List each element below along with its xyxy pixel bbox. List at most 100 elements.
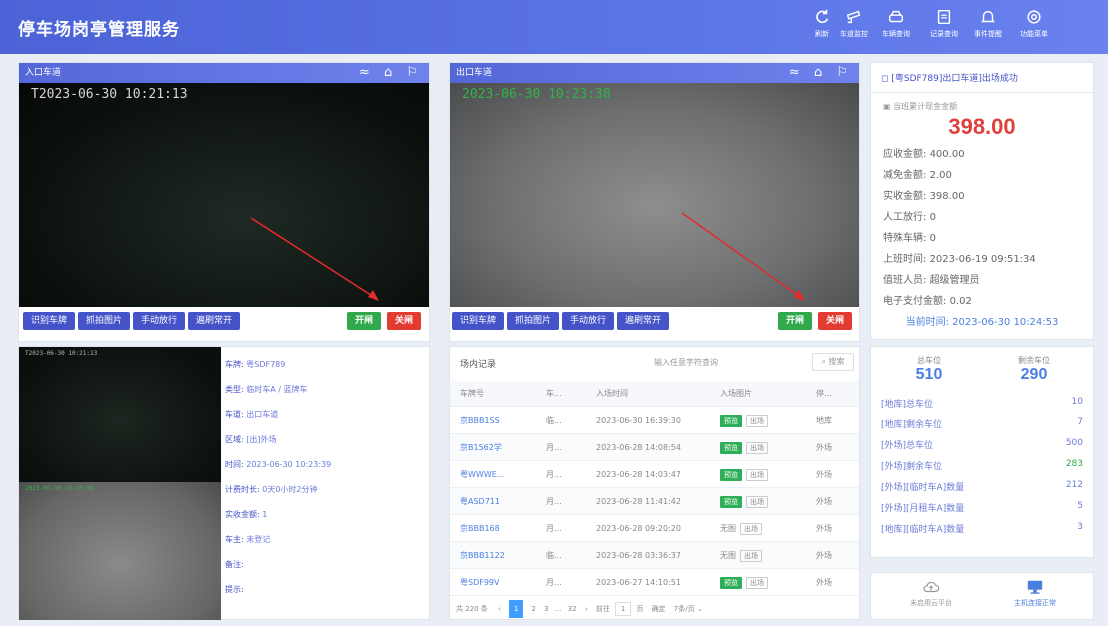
exit-tag[interactable]: 出场 <box>746 496 768 508</box>
goto-confirm-button[interactable]: 确定 <box>652 605 666 613</box>
total-spaces: 总车位 510 <box>889 355 969 384</box>
table-row[interactable]: 京BBB168 月... 2023-06-28 09:20:20 无图 出场 外场 <box>450 515 859 542</box>
page-32-button[interactable]: 32 <box>568 605 577 613</box>
record-query-button[interactable]: 记录查询 <box>922 8 966 48</box>
info-owner: 车主: 未登记 <box>225 535 271 544</box>
exit-recognize-plate-button[interactable]: 识别车牌 <box>452 312 504 330</box>
current-time: 当前时间: 2023-06-30 10:24:53 <box>905 317 1059 328</box>
col-entry-image: 入场图片 <box>720 389 752 398</box>
function-menu-button[interactable]: 功能菜单 <box>1012 8 1056 48</box>
connection-panel: 未启用云平台 主机连接正常 <box>870 572 1094 620</box>
exit-tag[interactable]: 出场 <box>746 415 768 427</box>
vehicle-info-panel: T2023-06-30 10:21:13 2023-06-30 10:23:38… <box>18 346 430 620</box>
exit-lane-header-icons[interactable]: ≈ ⌂ ⚐ <box>789 63 853 83</box>
exit-manual-release-button[interactable]: 手动放行 <box>562 312 614 330</box>
camera-icon <box>846 10 861 24</box>
entry-recognize-plate-button[interactable]: 识别车牌 <box>23 312 75 330</box>
function-menu-label: 功能菜单 <box>1020 30 1048 38</box>
exit-tag[interactable]: 出场 <box>746 469 768 481</box>
lane-monitor-label: 车道监控 <box>840 30 868 38</box>
exit-close-gate-button[interactable]: 关闸 <box>818 312 852 330</box>
exit-tag[interactable]: 出场 <box>746 577 768 589</box>
shift-cash-label-text: 当班累计现金金额 <box>893 102 958 111</box>
snapshot-top[interactable]: T2023-06-30 10:21:13 <box>19 347 221 482</box>
entry-capture-button[interactable]: 抓拍图片 <box>78 312 130 330</box>
table-row[interactable]: 粤ASD711 月... 2023-06-28 11:41:42 预览 出场 外场 <box>450 488 859 515</box>
event-alert-label: 事件提醒 <box>974 30 1002 38</box>
exit-lane-header: 出口车道 ≈ ⌂ ⚐ <box>450 63 859 83</box>
records-search-input[interactable]: 输入任意字符查询 <box>626 355 746 371</box>
refresh-icon <box>816 9 829 24</box>
info-area: 区域: [出]外场 <box>225 435 277 444</box>
total-spaces-value: 510 <box>915 366 943 383</box>
host-status[interactable]: 主机连接正常 <box>995 579 1075 608</box>
exit-controls: 识别车牌 抓拍图片 手动放行 遍刷常开 开闸 关闸 <box>450 312 859 338</box>
preview-tag[interactable]: 预览 <box>720 442 742 454</box>
preview-tag[interactable]: 预览 <box>720 469 742 481</box>
info-duration: 计费时长: 0天0小时2分钟 <box>225 485 318 494</box>
cloud-status[interactable]: 未启用云平台 <box>891 579 971 608</box>
spaces-panel: 总车位 510 剩余车位 290 [地库]总车位 10 [地库]剩余车位 7 [外场… <box>870 346 1094 558</box>
shift-start-time: 上班时间: 2023-06-19 09:51:34 <box>883 254 1036 265</box>
goto-input[interactable]: 1 <box>615 602 632 616</box>
manual-release-count: 人工放行: 0 <box>883 212 936 223</box>
page-size-select[interactable]: 7条/页 ⌄ <box>674 605 703 613</box>
preview-tag[interactable]: 预览 <box>720 577 742 589</box>
table-row[interactable]: 京BBB1SS 临... 2023-06-30 16:39:30 预览 出场 地库 <box>450 407 859 434</box>
records-table-header: 车牌号 车... 入场时间 入场图片 停... <box>450 381 859 407</box>
next-page-button[interactable]: › <box>585 605 588 613</box>
table-row[interactable]: 京BBB1122 临... 2023-06-28 03:36:37 无图 出场 外… <box>450 542 859 569</box>
event-alert-button[interactable]: 事件提醒 <box>966 8 1010 48</box>
space-row: [外场][月租车A]数量 5 <box>881 501 1083 514</box>
info-type: 类型: 临时车A / 蓝牌车 <box>225 385 308 394</box>
electronic-payment: 电子支付金额: 0.02 <box>883 296 972 307</box>
col-entry-time: 入场时间 <box>596 389 628 398</box>
special-vehicle-count: 特殊车辆: 0 <box>883 233 936 244</box>
entry-always-open-button[interactable]: 遍刷常开 <box>188 312 240 330</box>
app-title: 停车场岗亭管理服务 <box>18 20 180 40</box>
page-ellipsis[interactable]: ... <box>555 605 562 613</box>
exit-capture-button[interactable]: 抓拍图片 <box>507 312 559 330</box>
snapshot-bottom[interactable]: 2023-06-30 10:23:38 <box>19 482 221 620</box>
table-row[interactable]: 粤WWWE... 月... 2023-06-28 14:03:47 预览 出场 外… <box>450 461 859 488</box>
total-count: 共 220 条 <box>456 605 488 613</box>
exit-tag[interactable]: 出场 <box>740 550 762 562</box>
snapshot-top-time: T2023-06-30 10:21:13 <box>25 350 98 357</box>
page-1-button[interactable]: 1 <box>509 600 524 618</box>
exit-lane-panel: 出口车道 ≈ ⌂ ⚐ 2023-06-30 10:23:38 识别车牌 抓拍图片… <box>449 62 860 342</box>
table-row[interactable]: 京B1562学 月... 2023-06-28 14:08:54 预览 出场 外场 <box>450 434 859 461</box>
entry-open-gate-button[interactable]: 开闸 <box>347 312 381 330</box>
space-row: [外场][临时车A]数量 212 <box>881 480 1083 493</box>
status-message-text: [粤SDF789]出口车道]出场成功 <box>891 74 1018 84</box>
lane-monitor-button[interactable]: 车道监控 <box>832 8 876 48</box>
remaining-spaces-label: 剩余车位 <box>1018 356 1050 365</box>
gear-icon <box>1027 10 1041 24</box>
entry-close-gate-button[interactable]: 关闸 <box>387 312 421 330</box>
cloud-status-label: 未启用云平台 <box>910 599 952 607</box>
page-2-button[interactable]: 2 <box>531 605 535 613</box>
car-icon <box>888 10 904 23</box>
page-3-button[interactable]: 3 <box>544 605 548 613</box>
exit-always-open-button[interactable]: 遍刷常开 <box>617 312 669 330</box>
exit-tag[interactable]: 出场 <box>740 523 762 535</box>
prev-page-button[interactable]: ‹ <box>498 605 501 613</box>
records-search-button[interactable]: ⌕ 搜索 <box>812 353 854 371</box>
preview-tag[interactable]: 预览 <box>720 415 742 427</box>
entry-lane-header-icons[interactable]: ≈ ⌂ ⚐ <box>359 63 423 83</box>
info-plate: 车牌: 粤SDF789 <box>225 360 286 369</box>
total-spaces-label: 总车位 <box>917 356 941 365</box>
preview-tag[interactable]: 预览 <box>720 496 742 508</box>
exit-open-gate-button[interactable]: 开闸 <box>778 312 812 330</box>
entry-video[interactable]: T2023-06-30 10:21:13 <box>19 83 429 307</box>
host-status-label: 主机连接正常 <box>1014 599 1056 607</box>
table-row[interactable]: 粤SDF99V 月... 2023-06-27 14:10:51 预览 出场 外场 <box>450 569 859 596</box>
space-row: [地库][临时车A]数量 3 <box>881 522 1083 535</box>
record-query-label: 记录查询 <box>930 30 958 38</box>
entry-manual-release-button[interactable]: 手动放行 <box>133 312 185 330</box>
exit-tag[interactable]: 出场 <box>746 442 768 454</box>
operator-name: 值班人员: 超级管理员 <box>883 275 980 286</box>
vehicle-query-button[interactable]: 车辆查询 <box>874 8 918 48</box>
entry-controls: 识别车牌 抓拍图片 手动放行 遍刷常开 开闸 关闸 <box>19 312 429 338</box>
fee-panel: ◻ [粤SDF789]出口车道]出场成功 ▣ 当班累计现金金额 398.00 应… <box>870 62 1094 340</box>
exit-video[interactable]: 2023-06-30 10:23:38 <box>450 83 859 307</box>
